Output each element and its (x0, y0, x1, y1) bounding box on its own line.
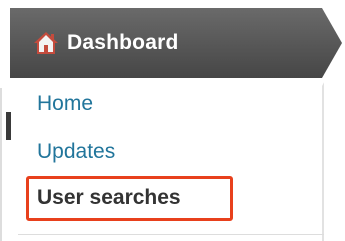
collapsed-menu-edge (6, 112, 11, 140)
submenu-divider (18, 234, 324, 235)
home-icon (34, 32, 58, 54)
highlight-annotation-box (26, 176, 233, 221)
left-shadow (0, 88, 2, 241)
dashboard-menu-label: Dashboard (67, 31, 179, 54)
admin-menu-screenshot: Dashboard Home Updates User searches (0, 0, 345, 241)
submenu-left-edge (0, 75, 18, 241)
submenu-item-updates[interactable]: Updates (37, 138, 115, 166)
submenu-item-home[interactable]: Home (37, 90, 93, 118)
dashboard-menu-header[interactable]: Dashboard (0, 0, 345, 86)
